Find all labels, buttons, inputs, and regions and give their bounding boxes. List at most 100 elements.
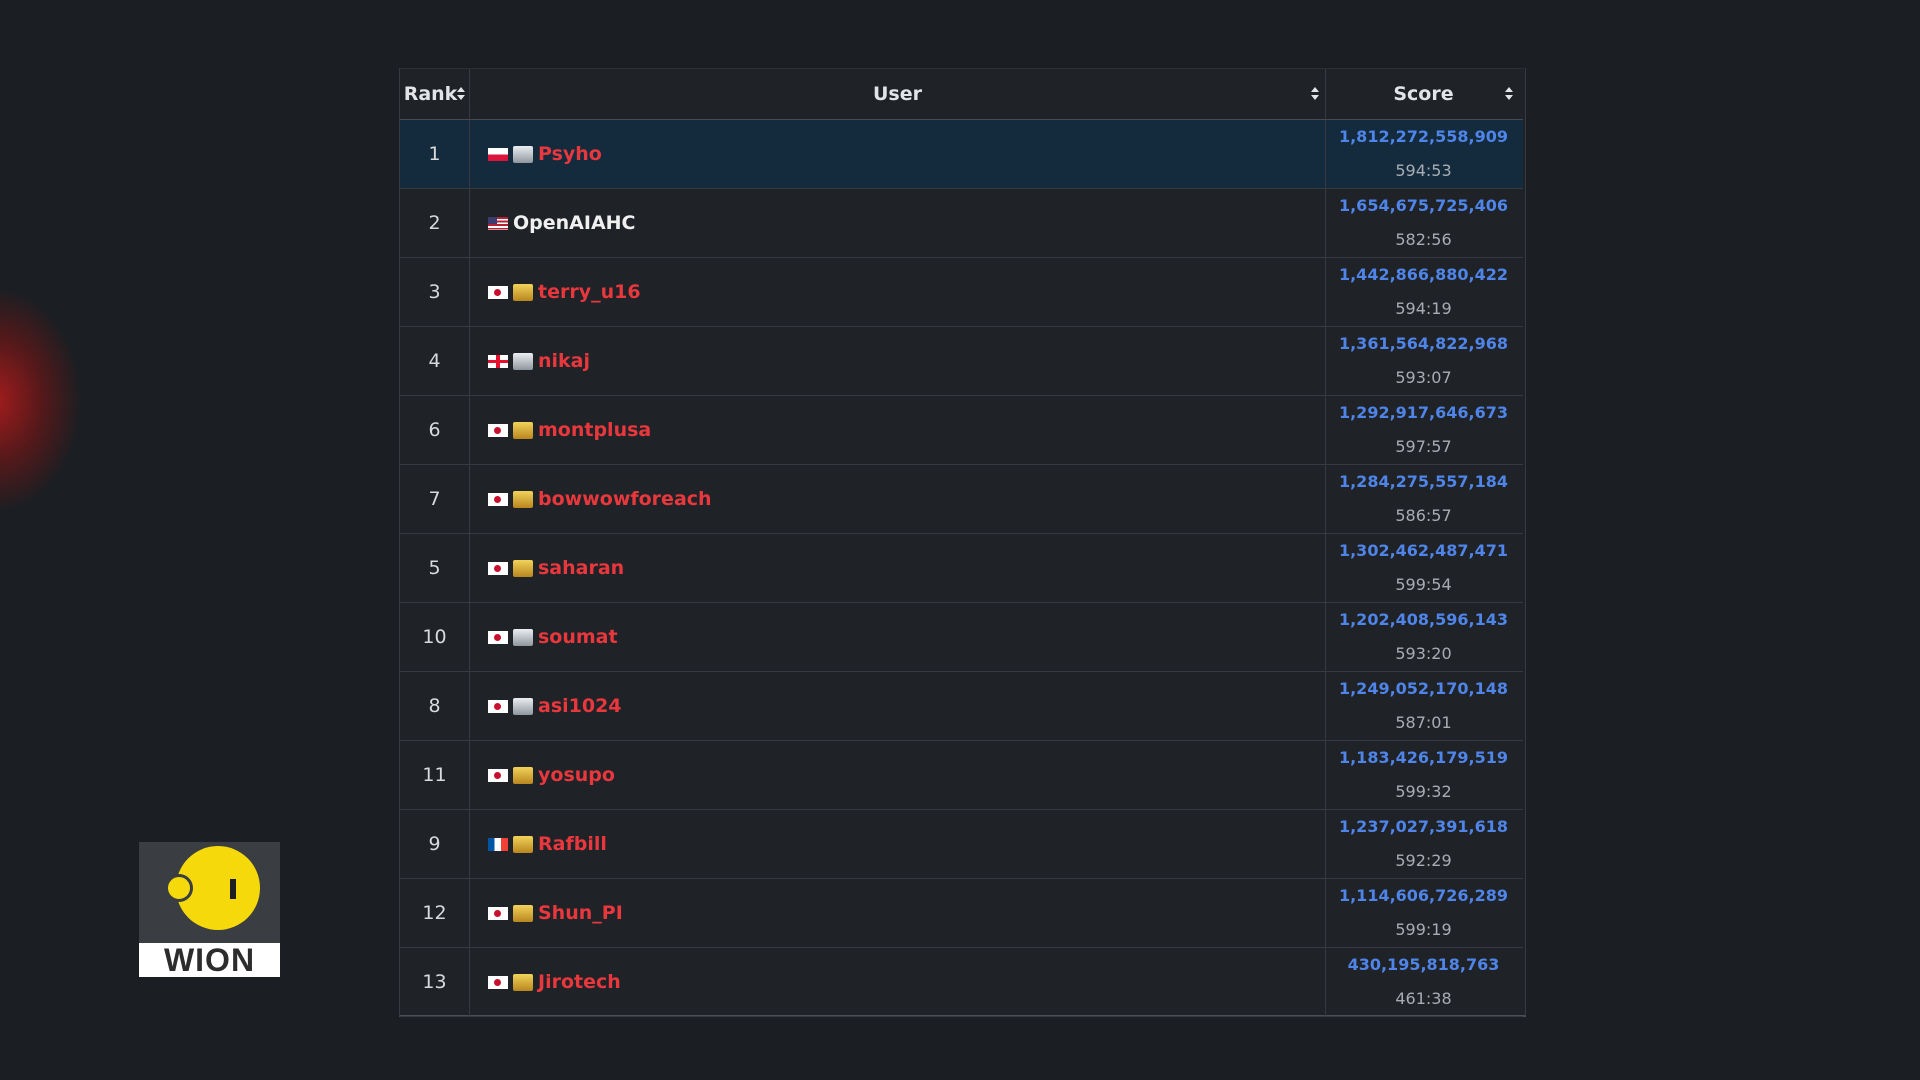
user-cell: Psyho [470, 120, 1326, 188]
crown-icon [513, 697, 533, 715]
table-row: 4 nikaj 1,361,564,822,968 593:07 [400, 327, 1523, 396]
username-link[interactable]: bowwowforeach [538, 488, 712, 510]
rank-cell: 5 [400, 534, 470, 602]
rank-cell: 4 [400, 327, 470, 395]
username-link[interactable]: Rafbill [538, 833, 607, 855]
score-value[interactable]: 1,202,408,596,143 [1339, 610, 1508, 630]
flag-ge-icon [488, 354, 508, 368]
submission-time: 592:29 [1395, 851, 1452, 870]
flag-jp-icon [488, 561, 508, 575]
user-header-label: User [873, 83, 922, 105]
user-cell: terry_u16 [470, 258, 1326, 326]
rank-cell: 10 [400, 603, 470, 671]
username-link[interactable]: OpenAIAHC [513, 212, 636, 234]
rank-header-label: Rank [403, 83, 458, 105]
table-row: 12 Shun_PI 1,114,606,726,289 599:19 [400, 879, 1523, 948]
sort-icon[interactable] [1311, 87, 1319, 101]
crown-icon [513, 973, 533, 991]
score-value[interactable]: 1,812,272,558,909 [1339, 127, 1508, 147]
score-cell: 1,284,275,557,184 586:57 [1326, 465, 1521, 533]
score-value[interactable]: 1,442,866,880,422 [1339, 265, 1508, 285]
rank-cell: 12 [400, 879, 470, 947]
score-value[interactable]: 1,237,027,391,618 [1339, 817, 1508, 837]
submission-time: 599:54 [1395, 575, 1452, 594]
user-cell: OpenAIAHC [470, 189, 1326, 257]
flag-jp-icon [488, 285, 508, 299]
score-value[interactable]: 430,195,818,763 [1348, 955, 1500, 975]
sort-icon[interactable] [457, 87, 465, 101]
table-row: 5 saharan 1,302,462,487,471 599:54 [400, 534, 1523, 603]
crown-icon [513, 352, 533, 370]
flag-jp-icon [488, 423, 508, 437]
table-row: 11 yosupo 1,183,426,179,519 599:32 [400, 741, 1523, 810]
username-link[interactable]: montplusa [538, 419, 651, 441]
flag-jp-icon [488, 699, 508, 713]
score-value[interactable]: 1,114,606,726,289 [1339, 886, 1508, 906]
score-value[interactable]: 1,249,052,170,148 [1339, 679, 1508, 699]
table-row: 9 Rafbill 1,237,027,391,618 592:29 [400, 810, 1523, 879]
user-cell: nikaj [470, 327, 1326, 395]
submission-time: 582:56 [1395, 230, 1452, 249]
user-cell: Shun_PI [470, 879, 1326, 947]
crown-icon [513, 283, 533, 301]
rank-header[interactable]: Rank [400, 69, 470, 119]
submission-time: 594:19 [1395, 299, 1452, 318]
score-cell: 1,442,866,880,422 594:19 [1326, 258, 1521, 326]
username-link[interactable]: Jirotech [538, 971, 621, 993]
score-value[interactable]: 1,302,462,487,471 [1339, 541, 1508, 561]
rank-cell: 11 [400, 741, 470, 809]
username-link[interactable]: Shun_PI [538, 902, 623, 924]
logo-text: WION [139, 943, 280, 977]
submission-time: 593:07 [1395, 368, 1452, 387]
flag-us-icon [488, 216, 508, 230]
flag-pl-icon [488, 147, 508, 161]
crown-icon [513, 490, 533, 508]
username-link[interactable]: terry_u16 [538, 281, 641, 303]
standings-table: Rank User Score 1 Psyho 1,812,272,558,909 5… [399, 68, 1526, 1017]
table-row: 2 OpenAIAHC 1,654,675,725,406 582:56 [400, 189, 1523, 258]
score-header-label: Score [1393, 83, 1454, 105]
score-value[interactable]: 1,361,564,822,968 [1339, 334, 1508, 354]
score-cell: 1,654,675,725,406 582:56 [1326, 189, 1521, 257]
score-header[interactable]: Score [1326, 69, 1521, 119]
username-link[interactable]: soumat [538, 626, 618, 648]
crown-icon [513, 145, 533, 163]
score-value[interactable]: 1,284,275,557,184 [1339, 472, 1508, 492]
rank-cell: 8 [400, 672, 470, 740]
username-link[interactable]: saharan [538, 557, 624, 579]
rank-cell: 2 [400, 189, 470, 257]
submission-time: 586:57 [1395, 506, 1452, 525]
username-link[interactable]: nikaj [538, 350, 590, 372]
score-cell: 430,195,818,763 461:38 [1326, 948, 1521, 1016]
score-value[interactable]: 1,183,426,179,519 [1339, 748, 1508, 768]
crown-icon [513, 421, 533, 439]
rank-cell: 3 [400, 258, 470, 326]
table-row: 1 Psyho 1,812,272,558,909 594:53 [400, 120, 1523, 189]
user-cell: soumat [470, 603, 1326, 671]
table-row: 10 soumat 1,202,408,596,143 593:20 [400, 603, 1523, 672]
user-header[interactable]: User [470, 69, 1326, 119]
user-cell: asi1024 [470, 672, 1326, 740]
score-cell: 1,249,052,170,148 587:01 [1326, 672, 1521, 740]
score-cell: 1,183,426,179,519 599:32 [1326, 741, 1521, 809]
username-link[interactable]: asi1024 [538, 695, 622, 717]
submission-time: 597:57 [1395, 437, 1452, 456]
score-value[interactable]: 1,654,675,725,406 [1339, 196, 1508, 216]
crown-icon [513, 559, 533, 577]
sort-icon[interactable] [1505, 87, 1513, 101]
rank-cell: 1 [400, 120, 470, 188]
score-value[interactable]: 1,292,917,646,673 [1339, 403, 1508, 423]
score-cell: 1,812,272,558,909 594:53 [1326, 120, 1521, 188]
flag-jp-icon [488, 768, 508, 782]
username-link[interactable]: yosupo [538, 764, 615, 786]
username-link[interactable]: Psyho [538, 143, 602, 165]
crown-icon [513, 628, 533, 646]
table-row: 6 montplusa 1,292,917,646,673 597:57 [400, 396, 1523, 465]
flag-jp-icon [488, 906, 508, 920]
flag-jp-icon [488, 975, 508, 989]
score-cell: 1,361,564,822,968 593:07 [1326, 327, 1521, 395]
submission-time: 594:53 [1395, 161, 1452, 180]
logo-dot-icon [165, 874, 193, 902]
flag-fr-icon [488, 837, 508, 851]
score-cell: 1,292,917,646,673 597:57 [1326, 396, 1521, 464]
